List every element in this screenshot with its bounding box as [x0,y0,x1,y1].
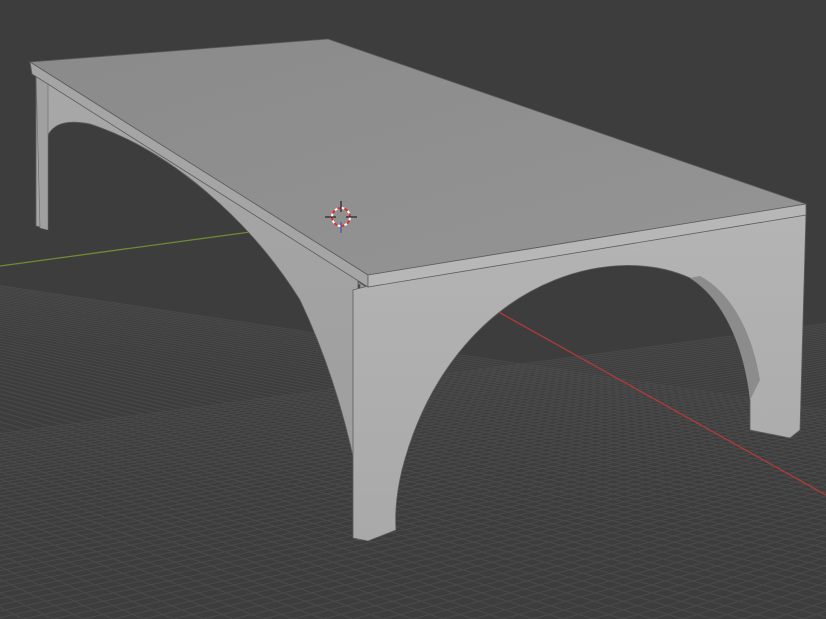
3d-viewport[interactable] [0,0,826,619]
